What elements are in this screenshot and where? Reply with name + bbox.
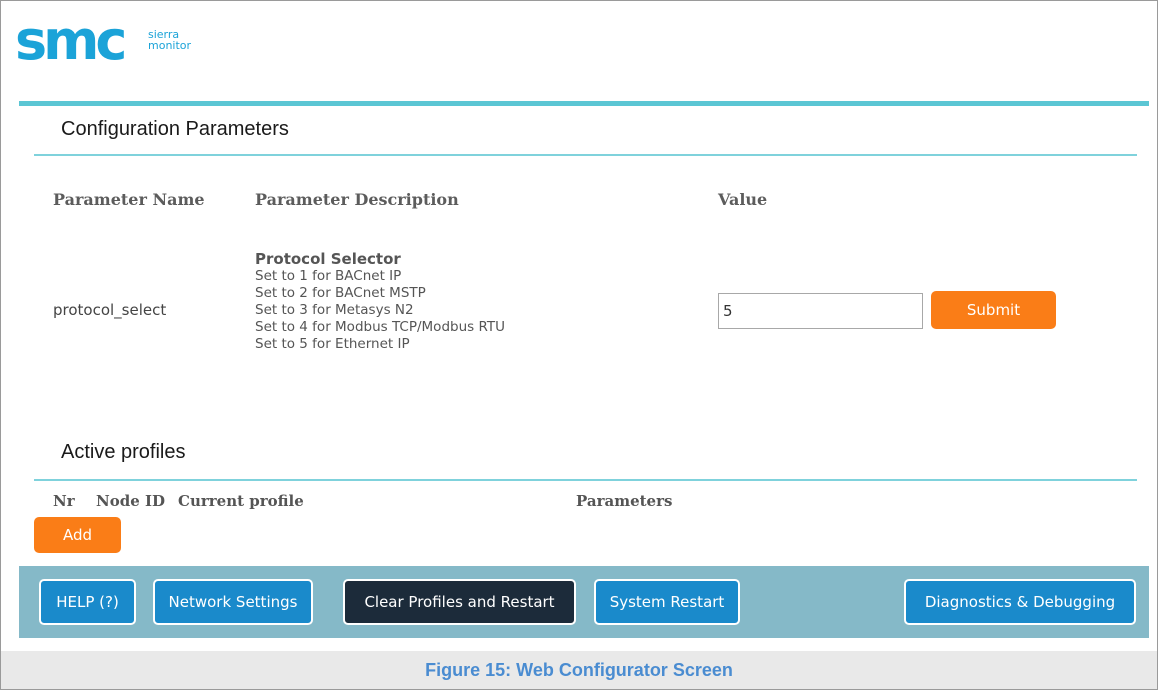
desc-line: Set to 3 for Metasys N2 (255, 302, 414, 318)
smc-logo: smc sierra monitor (15, 15, 215, 65)
web-configurator-window: smc sierra monitor Configuration Paramet… (0, 0, 1158, 651)
profiles-divider (34, 479, 1137, 481)
config-divider (34, 154, 1137, 156)
desc-line: Set to 1 for BACnet IP (255, 268, 402, 284)
figure-caption-bar: Figure 15: Web Configurator Screen (0, 651, 1158, 690)
protocol-value-input[interactable] (718, 293, 923, 329)
col-header-name: Parameter Name (53, 190, 205, 209)
param-name-protocol-select: protocol_select (53, 301, 167, 319)
system-restart-button[interactable]: System Restart (594, 579, 740, 625)
logo-letters: smc (15, 15, 124, 65)
logo-line2: monitor (148, 39, 192, 52)
help-button[interactable]: HELP (?) (39, 579, 136, 625)
desc-title: Protocol Selector (255, 250, 401, 268)
param-description: Protocol Selector Set to 1 for BACnet IP… (255, 250, 505, 353)
desc-line: Set to 4 for Modbus TCP/Modbus RTU (255, 319, 505, 335)
clear-profiles-restart-button[interactable]: Clear Profiles and Restart (343, 579, 576, 625)
col-header-value: Value (718, 190, 768, 209)
profiles-title: Active profiles (61, 441, 186, 463)
desc-line: Set to 2 for BACnet MSTP (255, 285, 426, 301)
submit-button[interactable]: Submit (931, 291, 1056, 329)
col-header-description: Parameter Description (255, 190, 459, 209)
profiles-header-nr: Nr (53, 492, 75, 510)
network-settings-button[interactable]: Network Settings (153, 579, 313, 625)
bottom-button-bar: HELP (?) Network Settings Clear Profiles… (19, 566, 1149, 638)
diagnostics-debugging-button[interactable]: Diagnostics & Debugging (904, 579, 1136, 625)
desc-line: Set to 5 for Ethernet IP (255, 336, 410, 352)
top-accent-bar (19, 101, 1149, 106)
figure-caption: Figure 15: Web Configurator Screen (425, 659, 733, 680)
profiles-header-node-id: Node ID (96, 492, 165, 510)
profiles-header-current-profile: Current profile (178, 492, 304, 510)
config-title: Configuration Parameters (61, 118, 289, 140)
add-profile-button[interactable]: Add (34, 517, 121, 553)
profiles-header-parameters: Parameters (576, 492, 673, 510)
